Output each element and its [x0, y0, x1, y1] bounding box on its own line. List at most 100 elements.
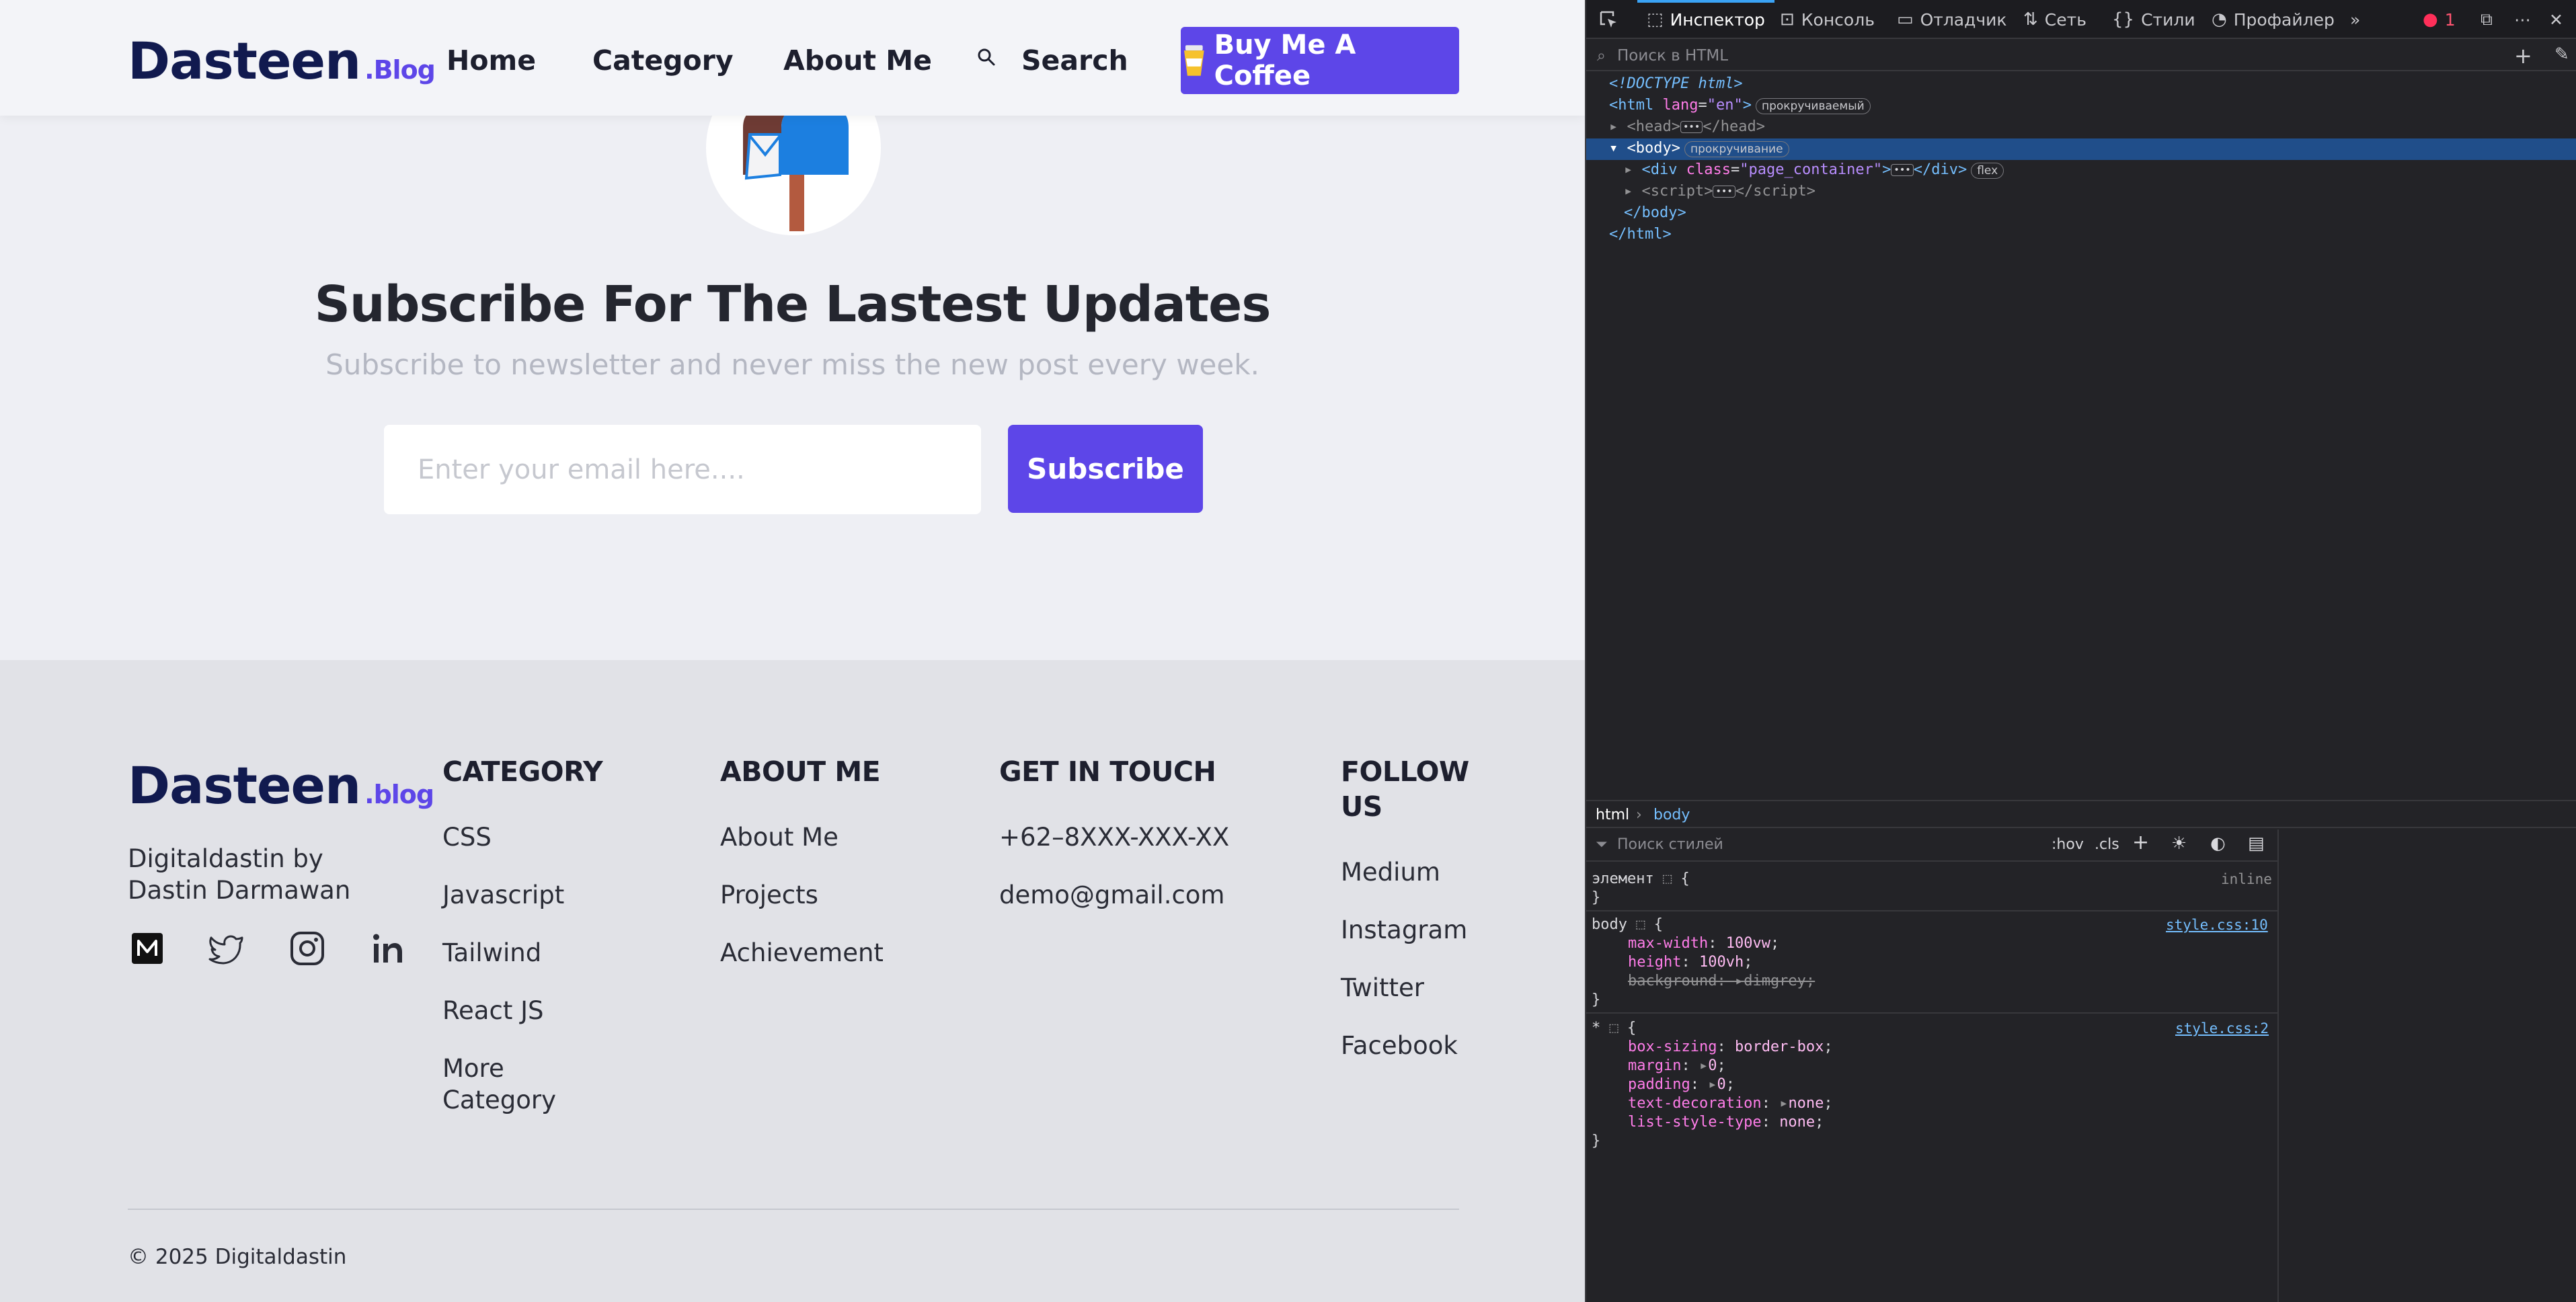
- body-tag: body: [1635, 140, 1672, 157]
- expand-arrow-icon[interactable]: ▸: [1779, 1095, 1788, 1112]
- footer-link-facebook[interactable]: Facebook: [1341, 1030, 1458, 1061]
- console-icon: ⊡: [1780, 9, 1795, 30]
- prop-value: 100vw: [1725, 935, 1770, 952]
- tree-html-close[interactable]: </html>: [1609, 225, 1672, 245]
- footer-link-css[interactable]: CSS: [442, 821, 492, 853]
- email-input[interactable]: [384, 425, 981, 514]
- footer-logo-suffix: .blog: [364, 780, 434, 809]
- body-source-link[interactable]: style.css:10: [2166, 917, 2268, 933]
- footer-phone[interactable]: +62–8XXX-XXX-XX: [999, 821, 1229, 853]
- star-source-link[interactable]: style.css:2: [2175, 1020, 2269, 1036]
- tab-profiler[interactable]: ◔ Профайлер: [2212, 0, 2335, 39]
- instagram-icon[interactable]: [288, 929, 327, 968]
- grid-icon: ⬚: [1609, 1020, 1618, 1036]
- footer-link-javascript[interactable]: Javascript: [442, 879, 564, 911]
- rule-star-prop[interactable]: margin: ▸0;: [1628, 1057, 1726, 1075]
- tree-doctype[interactable]: <!DOCTYPE html>: [1609, 74, 1743, 94]
- rule-body-prop[interactable]: height: 100vh;: [1628, 953, 1752, 972]
- tree-head[interactable]: ▸ <head> ••• </head>: [1609, 117, 1765, 137]
- scroll-badge[interactable]: прокручивание: [1684, 141, 1789, 157]
- more-tabs-icon[interactable]: »: [2350, 0, 2360, 39]
- footer-link-tailwind[interactable]: Tailwind: [442, 937, 541, 969]
- body-expand-icon[interactable]: ▾: [1609, 140, 1618, 157]
- tree-body[interactable]: ▾ <body> прокручивание: [1609, 138, 1789, 159]
- tree-html[interactable]: <html lang="en"> прокручиваемый: [1609, 95, 1871, 116]
- div-expand-icon[interactable]: ▸: [1624, 161, 1633, 178]
- close-icon[interactable]: ✕: [2549, 0, 2563, 39]
- error-indicator[interactable]: ● 1: [2423, 0, 2456, 39]
- nav-home[interactable]: Home: [446, 44, 536, 77]
- tab-debugger-label: Отладчик: [1920, 9, 2007, 30]
- footer-link-projects[interactable]: Projects: [720, 879, 818, 911]
- buy-me-coffee-button[interactable]: Buy Me A Coffee: [1181, 27, 1459, 94]
- styles-filter[interactable]: ⏷ Поиск стилей :hov .cls + ☀ ◐ ▤: [1586, 829, 2279, 862]
- head-expand-icon[interactable]: ▸: [1609, 118, 1618, 135]
- light-theme-icon[interactable]: ☀: [2171, 833, 2187, 854]
- tab-console[interactable]: ⊡ Консоль: [1780, 0, 1875, 39]
- script-expand-icon[interactable]: ▸: [1624, 183, 1633, 200]
- footer-link-instagram[interactable]: Instagram: [1341, 914, 1467, 946]
- element-picker-icon[interactable]: [1598, 9, 1618, 30]
- footer-email[interactable]: demo@gmail.com: [999, 879, 1224, 911]
- expand-arrow-icon[interactable]: ▸: [1735, 973, 1744, 989]
- rule-star-close: }: [1592, 1133, 1601, 1149]
- responsive-mode-icon[interactable]: ⧉: [2481, 0, 2493, 39]
- footer-link-achievement[interactable]: Achievement: [720, 937, 884, 969]
- rule-element-header: элемент ⬚ {: [1592, 870, 1690, 887]
- breadcrumb-html[interactable]: html: [1596, 807, 1629, 823]
- nav-search[interactable]: Search: [1021, 44, 1128, 77]
- scrollable-badge[interactable]: прокручиваемый: [1755, 98, 1871, 114]
- eyedropper-icon[interactable]: ✎: [2554, 44, 2569, 65]
- html-tag: html: [1618, 97, 1654, 114]
- footer-logo[interactable]: Dasteen .blog: [128, 756, 434, 815]
- prop-name: background: [1628, 973, 1717, 989]
- hov-toggle[interactable]: :hov: [2052, 836, 2084, 853]
- rule-star-prop[interactable]: text-decoration: ▸none;: [1628, 1094, 1833, 1113]
- expand-arrow-icon[interactable]: ▸: [1708, 1076, 1717, 1093]
- add-node-icon[interactable]: +: [2514, 43, 2532, 69]
- rule-star-prop[interactable]: box-sizing: border-box;: [1628, 1038, 1833, 1057]
- site-logo[interactable]: Dasteen .Blog: [128, 31, 436, 91]
- network-icon: ⇅: [2023, 9, 2038, 30]
- print-media-icon[interactable]: ▤: [2248, 833, 2265, 854]
- linkedin-icon[interactable]: [368, 929, 407, 968]
- rule-star-prop[interactable]: list-style-type: none;: [1628, 1113, 1824, 1132]
- subscribe-button[interactable]: Subscribe: [1008, 425, 1203, 513]
- flex-badge[interactable]: flex: [1971, 163, 2004, 179]
- footer-link-medium[interactable]: Medium: [1341, 856, 1440, 888]
- search-icon[interactable]: [976, 47, 997, 67]
- footer-link-more-category[interactable]: More Category: [442, 1053, 577, 1116]
- debugger-icon: ▭: [1897, 9, 1914, 30]
- nav-about-me[interactable]: About Me: [783, 44, 932, 77]
- tree-div-page-container[interactable]: ▸ <div class="page_container"> ••• </div> f…: [1624, 160, 2004, 180]
- breadcrumb-body[interactable]: body: [1653, 807, 1690, 823]
- footer-link-about-me[interactable]: About Me: [720, 821, 838, 853]
- collapsed-ellipsis[interactable]: •••: [1713, 186, 1735, 198]
- footer-contact-heading: GET IN TOUCH: [999, 756, 1216, 788]
- expand-arrow-icon[interactable]: ▸: [1699, 1057, 1708, 1074]
- tab-inspector[interactable]: ⬚ Инспектор: [1637, 0, 1774, 39]
- medium-icon[interactable]: [128, 929, 167, 968]
- options-menu-icon[interactable]: ⋯: [2514, 0, 2531, 39]
- tab-debugger[interactable]: ▭ Отладчик: [1897, 0, 2007, 39]
- coffee-cup-icon: [1183, 45, 1204, 76]
- add-rule-icon[interactable]: +: [2132, 831, 2149, 854]
- tab-styles[interactable]: {} Стили: [2112, 0, 2195, 39]
- html-search[interactable]: ⌕ Поиск в HTML + ✎: [1586, 40, 2576, 71]
- nav-category[interactable]: Category: [592, 44, 734, 77]
- div-close-tag: div: [1931, 161, 1958, 178]
- tab-network[interactable]: ⇅ Сеть: [2023, 0, 2086, 39]
- collapsed-ellipsis[interactable]: •••: [1680, 121, 1703, 133]
- tree-body-close[interactable]: </body>: [1624, 203, 1686, 223]
- footer-link-react-js[interactable]: React JS: [442, 995, 544, 1026]
- twitter-icon[interactable]: [207, 929, 246, 968]
- tree-script[interactable]: ▸ <script> ••• </script>: [1624, 181, 1816, 202]
- contrast-icon[interactable]: ◐: [2210, 833, 2226, 854]
- rule-body-prop[interactable]: max-width: 100vw;: [1628, 934, 1779, 953]
- rule-body-prop-overridden[interactable]: background: ▸dimgrey;: [1628, 972, 1815, 991]
- cls-toggle[interactable]: .cls: [2095, 836, 2119, 853]
- footer-link-twitter[interactable]: Twitter: [1341, 972, 1424, 1004]
- rule-star-prop[interactable]: padding: ▸0;: [1628, 1075, 1735, 1094]
- collapsed-ellipsis[interactable]: •••: [1891, 164, 1914, 176]
- footer-tagline: Digitaldastin by Dastin Darmawan: [128, 844, 351, 905]
